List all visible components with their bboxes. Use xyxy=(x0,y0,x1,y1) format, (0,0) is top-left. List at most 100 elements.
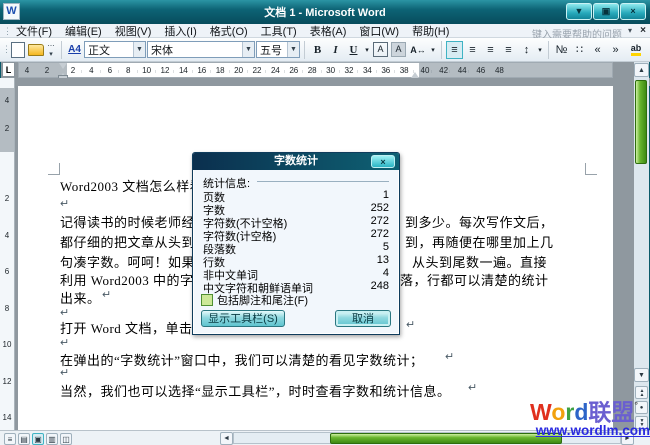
document-text: Word2003 文档怎么样看 xyxy=(60,176,203,195)
menu-table[interactable]: 表格(A) xyxy=(310,23,347,39)
stat-value: 252 xyxy=(371,202,389,215)
menu-tools[interactable]: 工具(T) xyxy=(261,23,297,39)
vertical-scrollbar[interactable]: ▲ ▼ ▲▲ ● ▼▼ xyxy=(634,62,649,430)
menu-format[interactable]: 格式(O) xyxy=(210,23,248,39)
chevron-down-icon[interactable]: ▼ xyxy=(133,42,145,57)
reading-view-button[interactable]: ◫ xyxy=(60,433,72,445)
title-bar: W 文档 1 - Microsoft Word ▼ ▣ × xyxy=(0,0,650,24)
separator xyxy=(441,41,442,59)
minimize-button[interactable]: ▼ xyxy=(566,3,592,20)
character-scaling-button[interactable]: A↔ xyxy=(408,41,428,59)
document-text: 利用 Word2003 中的字数 xyxy=(60,270,207,289)
font-size-value: 五号 xyxy=(257,42,287,58)
align-right-button[interactable]: ≡ xyxy=(482,41,499,59)
character-shading-button[interactable]: A xyxy=(390,41,407,59)
ruler-number: 18 xyxy=(216,66,225,75)
scaling-dropdown-icon[interactable]: ▾ xyxy=(429,41,437,59)
watermark-char: W xyxy=(530,399,551,425)
menubar-close-icon[interactable]: × xyxy=(640,25,646,36)
italic-button[interactable]: I xyxy=(327,41,344,59)
chevron-down-icon[interactable]: ▼ xyxy=(242,42,254,57)
highlight-button[interactable]: ab xyxy=(625,41,647,59)
show-toolbar-button[interactable]: 显示工具栏(S) xyxy=(201,310,285,327)
chevron-down-icon[interactable]: ▼ xyxy=(287,42,299,57)
paragraph-mark: ↵ xyxy=(60,197,70,210)
scroll-left-icon[interactable]: ◄ xyxy=(220,432,233,445)
font-combo[interactable]: 宋体▼ xyxy=(147,41,255,58)
ruler-number: 28 xyxy=(308,66,317,75)
ruler-number: 4 xyxy=(89,66,93,75)
separator xyxy=(548,41,549,59)
normal-view-button[interactable]: ≡ xyxy=(4,433,16,445)
document-text: 句凑字数。呵呵！如果我 xyxy=(60,252,209,271)
increase-indent-button[interactable]: » xyxy=(607,41,624,59)
word-application-window: W 文档 1 - Microsoft Word ▼ ▣ × 文件(F) 编辑(E)… xyxy=(0,0,650,445)
scroll-up-icon[interactable]: ▲ xyxy=(634,63,649,77)
word-count-dialog: 字数统计 × 统计信息: 页数1字数252字符数(不计空格)272字符数(计空格… xyxy=(192,152,400,335)
numbering-button[interactable]: № xyxy=(553,41,570,59)
vertical-scroll-thumb[interactable] xyxy=(635,80,647,164)
dialog-close-button[interactable]: × xyxy=(371,155,395,168)
ruler-number: 14 xyxy=(179,66,188,75)
dialog-title[interactable]: 字数统计 xyxy=(193,153,399,170)
underline-dropdown-icon[interactable]: ▾ xyxy=(363,41,371,59)
font-size-combo[interactable]: 五号▼ xyxy=(256,41,300,58)
scroll-down-icon[interactable]: ▼ xyxy=(634,368,649,382)
separator xyxy=(304,41,305,59)
close-button[interactable]: × xyxy=(620,3,646,20)
previous-page-icon[interactable]: ▲▲ xyxy=(635,386,648,399)
ruler-number: 10 xyxy=(0,340,14,349)
ruler-number: 48 xyxy=(495,66,504,75)
bullets-button[interactable]: ∷ xyxy=(571,41,588,59)
distribute-button[interactable]: ≡ xyxy=(500,41,517,59)
stat-row: 页数1 xyxy=(203,189,389,202)
ruler-number: 40 xyxy=(421,66,430,75)
ruler-number: 34 xyxy=(363,66,372,75)
line-spacing-dropdown-icon[interactable]: ▾ xyxy=(536,41,544,59)
right-indent-marker[interactable] xyxy=(411,68,419,78)
ruler-number: 4 xyxy=(25,66,29,75)
open-button[interactable] xyxy=(27,41,44,59)
align-left-button[interactable]: ≡ xyxy=(446,41,463,59)
stat-value: 5 xyxy=(383,241,389,254)
include-footnotes-row[interactable]: 包括脚注和尾注(F) xyxy=(201,292,308,308)
new-document-button[interactable] xyxy=(9,41,26,59)
underline-button[interactable]: U xyxy=(345,41,362,59)
watermark-url: www.wordlm.com xyxy=(480,424,650,438)
menu-file[interactable]: 文件(F) xyxy=(16,23,52,39)
stat-value: 4 xyxy=(383,267,389,280)
help-dropdown-icon[interactable]: ▾ xyxy=(628,26,632,35)
bold-button[interactable]: B xyxy=(309,41,326,59)
align-center-button[interactable]: ≡ xyxy=(464,41,481,59)
document-text: 在弹出的“字数统计”窗口中，我们可以清楚的看见字数统计； xyxy=(60,350,424,369)
web-layout-view-button[interactable]: ▤ xyxy=(18,433,30,445)
menu-edit[interactable]: 编辑(E) xyxy=(65,23,102,39)
menubar-grip-icon: ⋮ xyxy=(3,26,12,37)
decrease-indent-button[interactable]: « xyxy=(589,41,606,59)
menu-insert[interactable]: 插入(I) xyxy=(164,23,196,39)
menu-window[interactable]: 窗口(W) xyxy=(359,23,399,39)
character-border-icon: A xyxy=(373,42,388,57)
ruler-number: 16 xyxy=(197,66,206,75)
style-combo[interactable]: 正文▼ xyxy=(84,41,146,58)
line-spacing-button[interactable]: ↕ xyxy=(518,41,535,59)
stat-value: 272 xyxy=(371,228,389,241)
ruler-number: 46 xyxy=(476,66,485,75)
ruler-number: 8 xyxy=(0,304,14,313)
outline-view-button[interactable]: ▥ xyxy=(46,433,58,445)
character-border-button[interactable]: A xyxy=(372,41,389,59)
toolbar-options-button[interactable]: ⋯▾ xyxy=(45,41,57,59)
ruler-number: 2 xyxy=(0,194,14,203)
tab-stop-selector[interactable]: L xyxy=(2,62,15,77)
ruler-number: 30 xyxy=(326,66,335,75)
print-layout-view-button[interactable]: ▣ xyxy=(32,433,44,445)
styles-formatting-button[interactable]: A4 xyxy=(66,41,83,59)
include-footnotes-checkbox[interactable] xyxy=(201,294,213,306)
stat-value: 272 xyxy=(371,215,389,228)
paragraph-mark: ↵ xyxy=(102,288,112,301)
stat-row: 字符数(计空格)272 xyxy=(203,228,389,241)
menu-view[interactable]: 视图(V) xyxy=(115,23,152,39)
menu-help[interactable]: 帮助(H) xyxy=(412,23,449,39)
restore-button[interactable]: ▣ xyxy=(593,3,619,20)
cancel-button[interactable]: 取消 xyxy=(335,310,391,327)
